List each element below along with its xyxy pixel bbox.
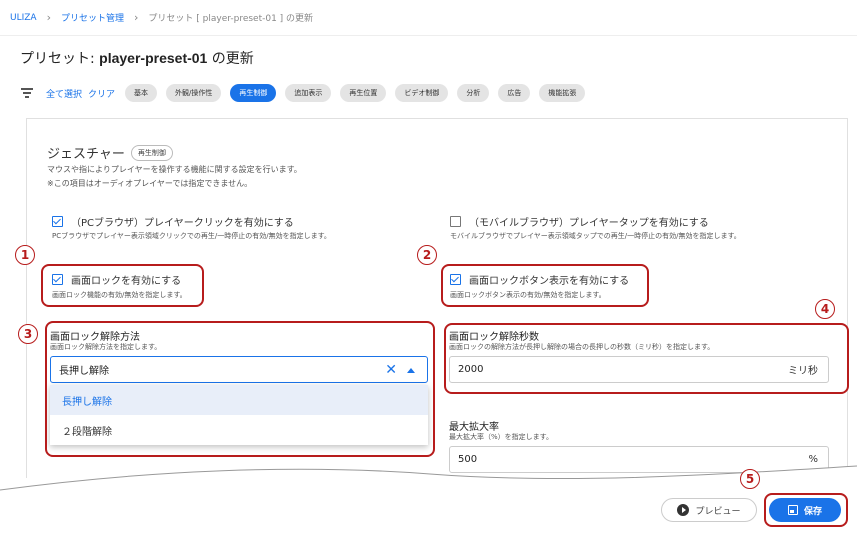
breadcrumb: ULIZA › プリセット管理 › プリセット [ player-preset-… <box>0 0 857 36</box>
save-icon <box>787 505 798 515</box>
screen-lock-desc: 画面ロック機能の有効/無効を指定します。 <box>52 291 187 299</box>
mobile-tap-label: （モバイルブラウザ）プレイヤータップを有効にする <box>469 218 709 229</box>
chevron-right-icon: › <box>134 11 139 24</box>
page-title-prefix: プリセット: <box>20 51 100 67</box>
unlock-method-dropdown: 長押し解除 ２段階解除 <box>50 385 428 445</box>
lock-button-desc: 画面ロックボタン表示の有効/無効を指定します。 <box>450 291 606 299</box>
unlock-seconds-label: 画面ロック解除秒数 <box>449 332 539 343</box>
max-zoom-label: 最大拡大率 <box>449 422 499 433</box>
screen-lock-checkbox[interactable] <box>52 274 63 285</box>
mobile-tap-checkbox-row[interactable]: （モバイルブラウザ）プレイヤータップを有効にする <box>450 214 709 229</box>
save-button[interactable]: 保存 <box>769 498 841 522</box>
chip-extensions[interactable]: 機能拡張 <box>539 84 586 102</box>
unlock-seconds-unit: ミリ秒 <box>788 366 818 377</box>
lock-button-checkbox-row[interactable]: 画面ロックボタン表示を有効にする <box>450 272 629 287</box>
lock-button-label: 画面ロックボタン表示を有効にする <box>469 276 630 287</box>
clear-icon[interactable]: ✕ <box>385 362 397 378</box>
annotation-number-5: 5 <box>740 469 760 489</box>
save-label: 保存 <box>803 506 822 517</box>
max-zoom-desc: 最大拡大率（%）を指定します。 <box>449 433 553 441</box>
clear-link[interactable]: クリア <box>88 87 115 100</box>
pc-click-desc: PCブラウザでプレイヤー表示領域クリックでの再生/一時停止の有効/無効を指定しま… <box>52 232 331 240</box>
mobile-tap-desc: モバイルブラウザでプレイヤー表示領域タップでの再生/一時停止の有効/無効を指定し… <box>450 232 741 240</box>
filter-icon[interactable] <box>20 87 34 99</box>
page-title: プリセット: player-preset-01 の更新 <box>20 48 254 68</box>
pc-click-label: （PCブラウザ）プレイヤークリックを有効にする <box>71 218 294 229</box>
pc-click-checkbox-row[interactable]: （PCブラウザ）プレイヤークリックを有効にする <box>52 214 294 229</box>
section-title: ジェスチャー 再生制御 <box>47 143 173 162</box>
dropdown-option[interactable]: ２段階解除 <box>50 415 428 445</box>
page-cut-wave <box>0 465 857 502</box>
unlock-seconds-value: 2000 <box>458 364 484 375</box>
chevron-right-icon: › <box>46 11 51 24</box>
play-icon <box>677 504 690 516</box>
chip-video-control[interactable]: ビデオ制御 <box>395 84 449 102</box>
pc-click-checkbox[interactable] <box>52 216 63 227</box>
screen-lock-label: 画面ロックを有効にする <box>71 276 182 287</box>
chip-playback-position[interactable]: 再生位置 <box>340 84 387 102</box>
select-all-link[interactable]: 全て選択 <box>46 87 82 100</box>
section-description: マウスや指によりプレイヤーを操作する機能に関する設定を行います。 ※この項目はオ… <box>47 163 302 191</box>
chip-ads[interactable]: 広告 <box>498 84 531 102</box>
breadcrumb-current: プリセット [ player-preset-01 ] の更新 <box>148 14 314 24</box>
unlock-method-select[interactable]: 長押し解除 ✕ <box>50 356 428 383</box>
chip-additional-display[interactable]: 追加表示 <box>285 84 332 102</box>
chip-basic[interactable]: 基本 <box>125 84 158 102</box>
unlock-method-value: 長押し解除 <box>59 366 109 377</box>
annotation-number-2: 2 <box>417 245 437 265</box>
screen-lock-checkbox-row[interactable]: 画面ロックを有効にする <box>52 272 181 287</box>
annotation-number-4: 4 <box>815 299 835 319</box>
chip-playback-control[interactable]: 再生制御 <box>230 84 277 102</box>
caret-up-icon[interactable] <box>407 368 415 373</box>
category-filter-bar: 全て選択 クリア 基本 外観/操作性 再生制御 追加表示 再生位置 ビデオ制御 … <box>20 84 594 102</box>
annotation-number-1: 1 <box>15 245 35 265</box>
mobile-tap-checkbox[interactable] <box>450 216 461 227</box>
chip-analytics[interactable]: 分析 <box>457 84 490 102</box>
section-title-text: ジェスチャー <box>47 147 125 162</box>
lock-button-checkbox[interactable] <box>450 274 461 285</box>
preview-button[interactable]: プレビュー <box>661 498 757 522</box>
page-title-suffix: の更新 <box>207 51 254 67</box>
preview-label: プレビュー <box>695 506 741 517</box>
dropdown-option[interactable]: 長押し解除 <box>50 385 428 415</box>
annotation-number-3: 3 <box>18 324 38 344</box>
unlock-method-label: 画面ロック解除方法 <box>50 332 140 343</box>
unlock-method-desc: 画面ロック解除方法を指定します。 <box>50 343 162 351</box>
page-title-name: player-preset-01 <box>99 50 208 66</box>
unlock-seconds-desc: 画面ロックの解除方法が長押し解除の場合の長押しの秒数（ミリ秒）を指定します。 <box>449 343 715 351</box>
section-badge: 再生制御 <box>130 144 173 161</box>
breadcrumb-presets-link[interactable]: プリセット管理 <box>61 11 124 24</box>
unlock-seconds-input[interactable]: 2000 ミリ秒 <box>449 356 829 383</box>
breadcrumb-root-link[interactable]: ULIZA <box>10 13 37 23</box>
section-desc-line2: ※この項目はオーディオプレイヤーでは指定できません。 <box>47 179 253 188</box>
section-desc-line1: マウスや指によりプレイヤーを操作する機能に関する設定を行います。 <box>47 165 302 174</box>
chip-appearance[interactable]: 外観/操作性 <box>166 84 222 102</box>
